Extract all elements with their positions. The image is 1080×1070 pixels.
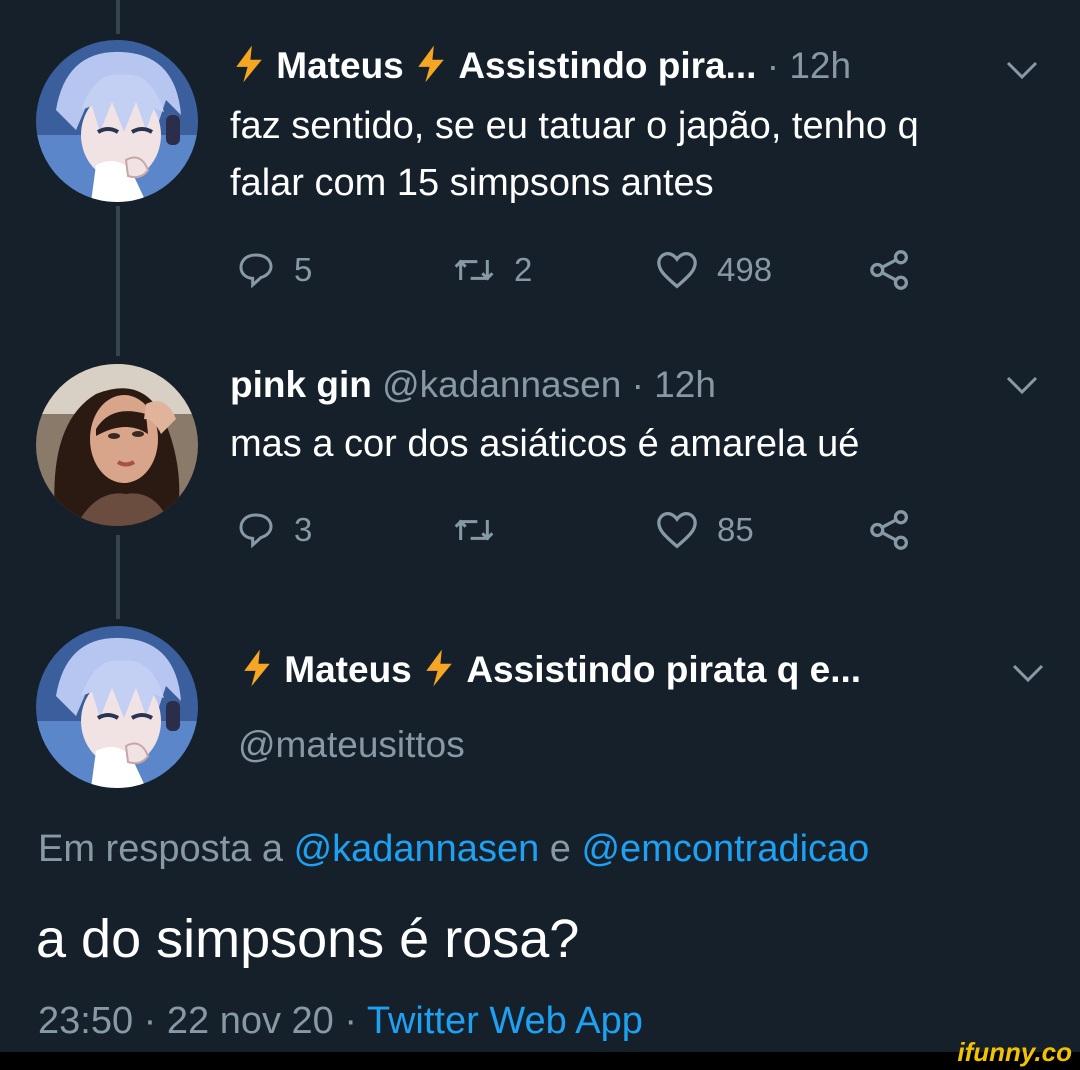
- tweet1-text-line2: falar com 15 simpsons antes: [230, 162, 714, 204]
- retweet-icon: [454, 519, 494, 541]
- retweet-icon: [454, 259, 494, 281]
- tweet1-header: Mateus Assistindo pira... · 12h: [232, 44, 851, 93]
- tweet1-text: faz sentido, se eu tatuar o japão, tenho…: [230, 98, 919, 212]
- tweet2-like-count: 85: [717, 511, 754, 548]
- tweet1-share-button[interactable]: [868, 250, 930, 290]
- avatar-pink-gin[interactable]: [36, 364, 198, 526]
- thread-line-1: [116, 206, 120, 356]
- tweet1-retweet-button[interactable]: 2: [452, 250, 532, 290]
- reply-icon: [239, 513, 273, 549]
- reply-user-link[interactable]: @emcontradicao: [581, 828, 869, 870]
- reply-context: Em resposta a @kadannasen e @emcontradic…: [38, 828, 869, 871]
- reply-and: e: [549, 828, 571, 870]
- tweet3-meta: 23:50 · 22 nov 20 · Twitter Web App: [38, 1000, 643, 1043]
- heart-icon: [657, 251, 697, 289]
- tweet2-reply-button[interactable]: 3: [236, 510, 312, 550]
- watermark: ifunny.co: [957, 1037, 1072, 1067]
- heart-icon: [657, 511, 697, 549]
- tweet1-display-suffix[interactable]: Assistindo pira...: [458, 45, 756, 86]
- avatar-mateus[interactable]: [36, 626, 198, 788]
- tweet1-time[interactable]: · 12h: [767, 45, 851, 86]
- footer-bar: [0, 1052, 1080, 1070]
- thread-line-2: [116, 535, 120, 619]
- tweet1-text-line1: faz sentido, se eu tatuar o japão, tenho…: [230, 105, 919, 147]
- lightning-icon: [232, 44, 266, 93]
- tweet3-header: Mateus Assistindo pirata q e...: [240, 648, 861, 697]
- tweet2-time[interactable]: · 12h: [632, 364, 716, 405]
- tweet1-display-name[interactable]: Mateus: [276, 45, 403, 86]
- tweet1-retweet-count: 2: [514, 251, 533, 288]
- tweet3-text: a do simpsons é rosa?: [36, 909, 580, 969]
- tweet3-display-name[interactable]: Mateus: [284, 649, 411, 690]
- tweet2-retweet-button[interactable]: [452, 510, 514, 550]
- tweet1-like-button[interactable]: 498: [655, 250, 772, 290]
- tweet2-display-name[interactable]: pink gin: [230, 364, 372, 405]
- share-icon: [870, 250, 908, 290]
- chevron-down-icon[interactable]: [1008, 658, 1048, 688]
- lightning-icon: [240, 648, 274, 697]
- avatar-mateus[interactable]: [36, 40, 198, 202]
- lightning-icon: [414, 44, 448, 93]
- chevron-down-icon[interactable]: [1002, 55, 1042, 85]
- reply-prefix: Em resposta a: [38, 828, 283, 870]
- tweet3-display-suffix[interactable]: Assistindo pirata q e...: [466, 649, 861, 690]
- tweet2-handle[interactable]: @kadannasen: [382, 364, 621, 405]
- tweet2-reply-count: 3: [294, 511, 313, 548]
- tweet2-like-button[interactable]: 85: [655, 510, 754, 550]
- tweet2-share-button[interactable]: [868, 510, 930, 550]
- tweet1-reply-count: 5: [294, 251, 313, 288]
- tweet2-text: mas a cor dos asiáticos é amarela ué: [230, 423, 860, 465]
- tweet3-handle[interactable]: @mateusittos: [238, 724, 465, 766]
- reply-user-link[interactable]: @kadannasen: [294, 828, 540, 870]
- lightning-icon: [422, 648, 456, 697]
- tweet2-header: pink gin @kadannasen · 12h: [230, 364, 716, 406]
- tweet1-reply-button[interactable]: 5: [236, 250, 312, 290]
- reply-icon: [239, 253, 273, 289]
- tweet1-like-count: 498: [717, 251, 773, 288]
- share-icon: [870, 510, 908, 550]
- tweet3-timestamp[interactable]: 23:50 · 22 nov 20 ·: [38, 1000, 357, 1042]
- chevron-down-icon[interactable]: [1002, 370, 1042, 400]
- tweet3-source[interactable]: Twitter Web App: [367, 1000, 643, 1042]
- thread-line-top: [116, 0, 120, 34]
